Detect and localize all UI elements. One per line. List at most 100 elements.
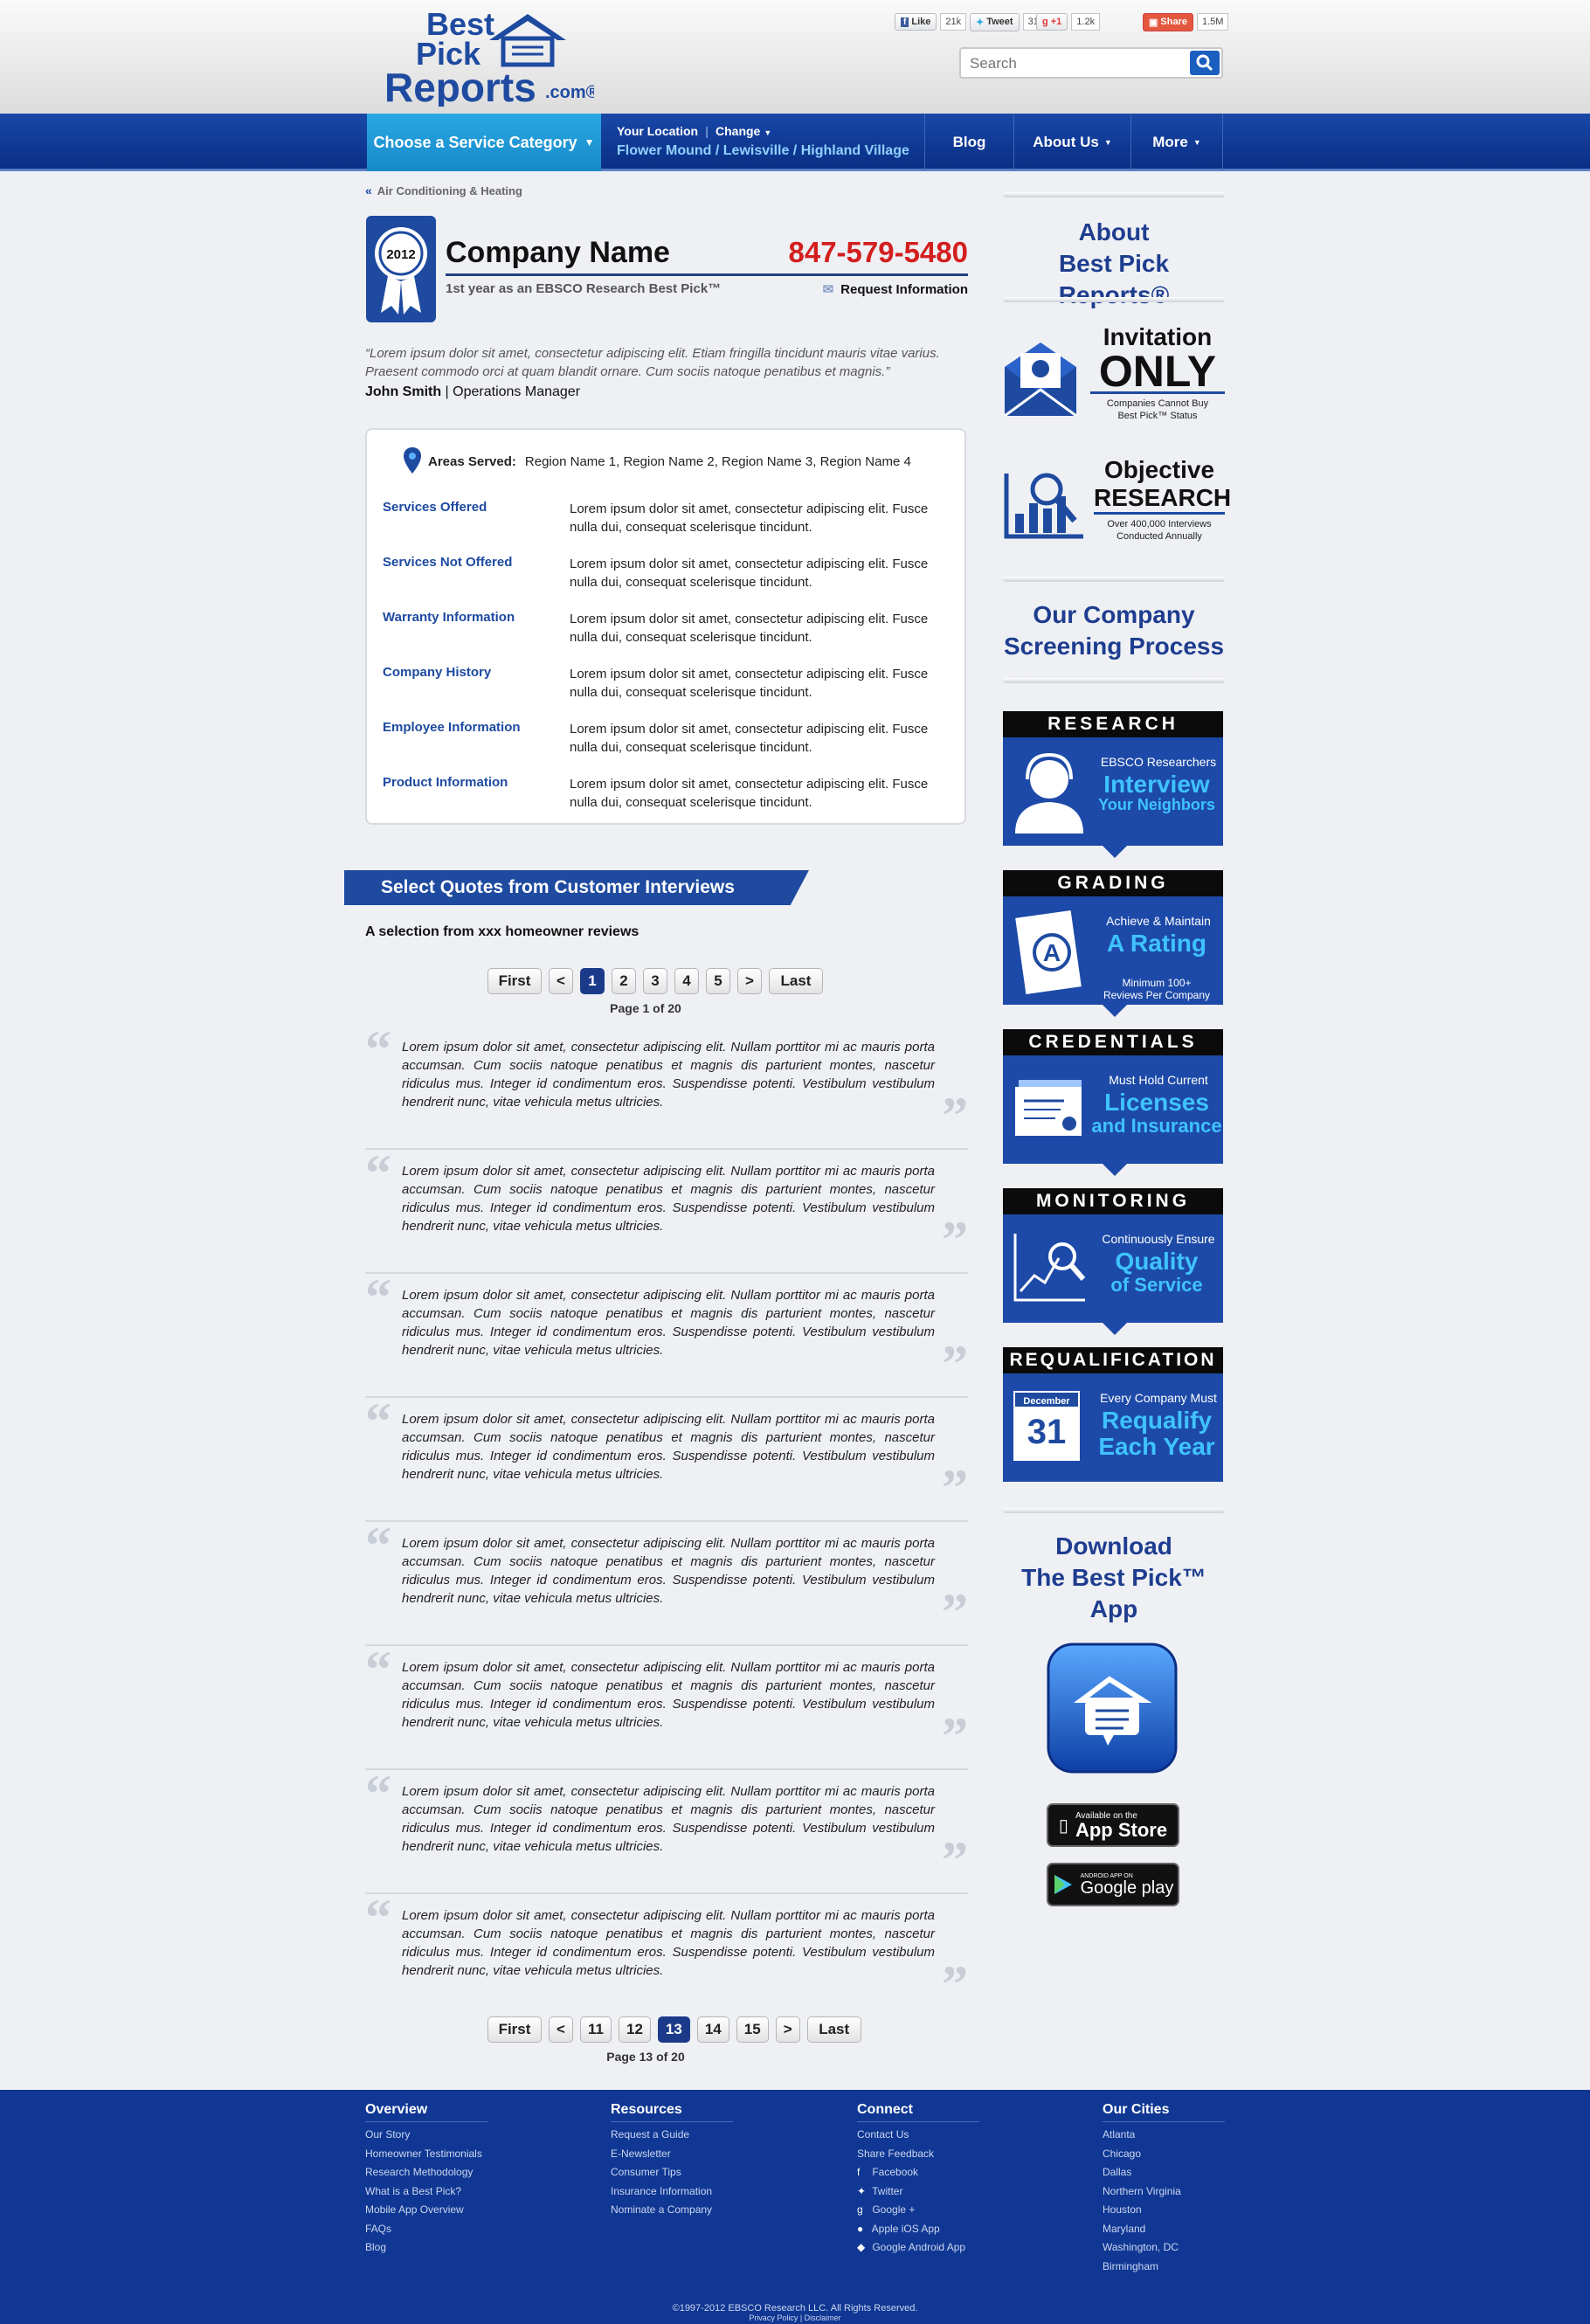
invitation-note: Companies Cannot Buy Best Pick™ Status: [1106, 398, 1209, 421]
footer-link-ios[interactable]: ● Apple iOS App: [857, 2220, 979, 2239]
footer-link-android[interactable]: ◆ Google Android App: [857, 2238, 979, 2258]
breadcrumb-label: Air Conditioning & Heating: [377, 184, 522, 197]
objective-label: Objective: [1103, 456, 1215, 483]
choose-category-button[interactable]: Choose a Service Category ▼: [367, 114, 601, 171]
tweet-label: Tweet: [986, 17, 1013, 27]
last-page-button[interactable]: Last: [806, 2016, 861, 2043]
apple-icon: ▯: [1058, 1816, 1068, 1836]
footer-heading: Resources: [611, 2102, 733, 2122]
footer-link[interactable]: Dallas: [1103, 2163, 1225, 2182]
footer-link[interactable]: FAQs: [365, 2220, 487, 2239]
page-button[interactable]: 15: [736, 2016, 769, 2043]
page-button-current[interactable]: 13: [657, 2016, 690, 2043]
screening-tile-credentials[interactable]: CREDENTIALS Must Hold Current Licenses a…: [1003, 1029, 1223, 1176]
screening-tile-requalification[interactable]: REQUALIFICATION December 31 Every Compan…: [1003, 1347, 1223, 1482]
open-quote-icon: “: [365, 1517, 391, 1574]
info-row: Product Information Lorem ipsum dolor sit…: [383, 775, 951, 827]
calendar-month: December: [1013, 1391, 1080, 1408]
google-play-badge[interactable]: ANDROID APP ON Google play: [1047, 1863, 1179, 1906]
divider: [1003, 678, 1225, 683]
nav-about-label: About Us: [1033, 134, 1099, 150]
footer-link[interactable]: Share Feedback: [857, 2145, 979, 2164]
footer-link[interactable]: Insurance Information: [611, 2182, 733, 2202]
next-page-button[interactable]: >: [737, 968, 762, 994]
footer: Overview Our Story Homeowner Testimonial…: [0, 2090, 1590, 2324]
footer-link[interactable]: E-Newsletter: [611, 2145, 733, 2164]
first-page-button[interactable]: First: [487, 2016, 542, 2043]
request-information-link[interactable]: ✉ Request Information: [823, 281, 968, 297]
footer-link[interactable]: Our Story: [365, 2126, 487, 2145]
footer-link[interactable]: Research Methodology: [365, 2163, 487, 2182]
last-page-button[interactable]: Last: [769, 968, 823, 994]
screening-tile-research[interactable]: RESEARCH EBSCO Researchers Interview You…: [1003, 711, 1223, 858]
download-heading-line1: Download: [1055, 1532, 1172, 1560]
info-label[interactable]: Warranty Information: [383, 610, 515, 625]
footer-link[interactable]: Northern Virginia: [1103, 2182, 1225, 2202]
logo[interactable]: Best Pick Reports .com®: [384, 5, 594, 107]
best-pick-ribbon-badge: 2012: [366, 216, 436, 322]
nav-blog[interactable]: Blog: [924, 114, 1013, 171]
footer-link[interactable]: Birmingham: [1103, 2258, 1225, 2277]
prev-page-button[interactable]: <: [549, 968, 573, 994]
footer-link[interactable]: Houston: [1103, 2201, 1225, 2220]
info-label[interactable]: Product Information: [383, 775, 508, 790]
footer-link[interactable]: Atlanta: [1103, 2126, 1225, 2145]
close-quote-icon: ”: [942, 1335, 968, 1393]
footer-link[interactable]: Homeowner Testimonials: [365, 2145, 487, 2164]
logo-text-com: .com®: [545, 83, 594, 102]
facebook-like-widget[interactable]: f Like 21k: [895, 12, 967, 31]
legal-links[interactable]: Privacy Policy | Disclaimer: [0, 2314, 1590, 2322]
gplus-icon: g: [1042, 17, 1048, 27]
search-input[interactable]: [970, 55, 1179, 73]
page-button-current[interactable]: 1: [580, 968, 605, 994]
gplus-widget[interactable]: g +1 1.2k: [1036, 12, 1101, 31]
screening-tile-monitoring[interactable]: MONITORING Continuously Ensure Quality o…: [1003, 1188, 1223, 1335]
page-button[interactable]: 11: [580, 2016, 612, 2043]
footer-link[interactable]: What is a Best Pick?: [365, 2182, 487, 2202]
page-button[interactable]: 3: [643, 968, 667, 994]
footer-link[interactable]: Chicago: [1103, 2145, 1225, 2164]
info-label[interactable]: Company History: [383, 665, 491, 680]
footer-link[interactable]: Consumer Tips: [611, 2163, 733, 2182]
main-nav: Choose a Service Category ▼ Your Locatio…: [0, 114, 1590, 171]
nav-more[interactable]: More ▼: [1130, 114, 1223, 171]
page-button[interactable]: 5: [706, 968, 730, 994]
footer-link[interactable]: Maryland: [1103, 2220, 1225, 2239]
footer-link[interactable]: Blog: [365, 2238, 487, 2258]
footer-link-gplus[interactable]: g Google +: [857, 2201, 979, 2220]
close-quote-icon: ”: [942, 1087, 968, 1145]
footer-link[interactable]: Contact Us: [857, 2126, 979, 2145]
footer-link[interactable]: Request a Guide: [611, 2126, 733, 2145]
share-widget[interactable]: ▣ Share 1.5M: [1143, 12, 1229, 31]
page-button[interactable]: 14: [696, 2016, 729, 2043]
footer-link[interactable]: Mobile App Overview: [365, 2201, 487, 2220]
page-button[interactable]: 4: [674, 968, 699, 994]
info-row: Services Offered Lorem ipsum dolor sit am…: [383, 500, 951, 552]
info-label[interactable]: Services Offered: [383, 500, 487, 515]
tile-line3: Minimum 100+ Reviews Per Company: [1103, 977, 1211, 1001]
next-page-button[interactable]: >: [775, 2016, 800, 2043]
search-button[interactable]: [1190, 51, 1220, 75]
company-phone[interactable]: 847-579-5480: [788, 236, 968, 269]
info-label[interactable]: Services Not Offered: [383, 555, 512, 570]
footer-link-label: Facebook: [872, 2166, 919, 2178]
nav-about[interactable]: About Us ▼: [1013, 114, 1130, 171]
footer-link-twitter[interactable]: ✦ Twitter: [857, 2182, 979, 2202]
info-label[interactable]: Employee Information: [383, 720, 521, 735]
tile-notch: [1103, 1005, 1127, 1017]
prev-page-button[interactable]: <: [549, 2016, 573, 2043]
breadcrumb[interactable]: « Air Conditioning & Heating: [365, 183, 968, 197]
sidebar: About Best Pick Reports® Invitation ONLY …: [1003, 192, 1231, 1906]
footer-link-facebook[interactable]: f Facebook: [857, 2163, 979, 2182]
footer-link[interactable]: Nominate a Company: [611, 2201, 733, 2220]
first-page-button[interactable]: First: [487, 968, 542, 994]
change-location-link[interactable]: Change: [716, 124, 760, 138]
company-subtitle: 1st year as an EBSCO Research Best Pick™: [446, 281, 722, 296]
app-store-badge[interactable]: ▯ Available on the App Store: [1047, 1803, 1179, 1847]
screening-tile-grading[interactable]: GRADING A Achieve & Maintain A Rating Mi…: [1003, 870, 1223, 1017]
app-icon[interactable]: [1047, 1643, 1178, 1774]
footer-link[interactable]: Washington, DC: [1103, 2238, 1225, 2258]
page-button[interactable]: 12: [618, 2016, 651, 2043]
page-button[interactable]: 2: [612, 968, 636, 994]
gplus-count: 1.2k: [1071, 13, 1101, 31]
